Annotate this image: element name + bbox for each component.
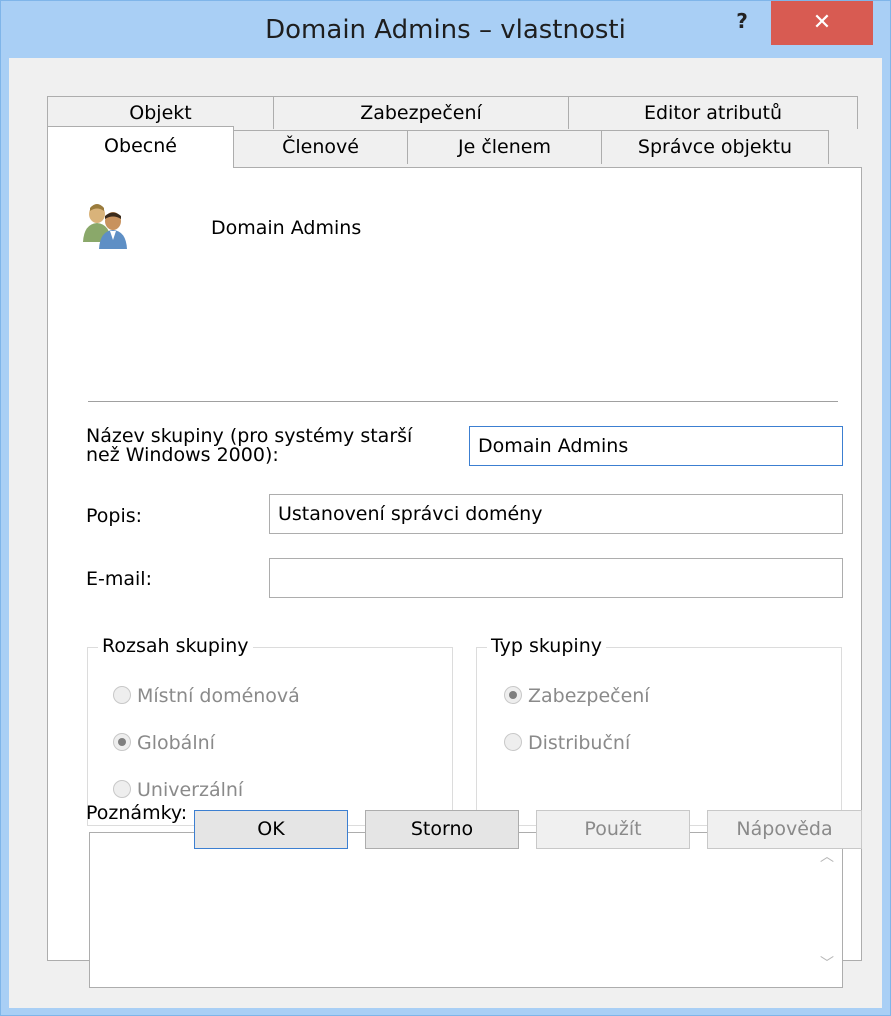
scroll-down-icon[interactable]: ﹀ xyxy=(820,956,834,970)
notes-label: Poznámky: xyxy=(86,802,188,824)
radio-circle xyxy=(113,780,131,798)
tab-zabezpeceni[interactable]: Zabezpečení xyxy=(273,96,569,129)
tab-clenove[interactable]: Členové xyxy=(233,130,408,164)
close-button[interactable]: ✕ xyxy=(771,1,873,45)
help-icon[interactable]: ? xyxy=(719,1,765,41)
notes-textarea[interactable]: ︿ ﹀ xyxy=(89,832,843,988)
prewin-name-input[interactable]: Domain Admins xyxy=(469,426,843,466)
group-type-title: Typ skupiny xyxy=(487,635,606,657)
radio-label: Globální xyxy=(137,732,215,754)
properties-dialog: Domain Admins – vlastnosti ? ✕ Objekt Za… xyxy=(0,0,891,1016)
tab-obecne[interactable]: Obecné xyxy=(47,126,234,168)
radio-label: Univerzální xyxy=(137,779,244,801)
notes-scrollbar[interactable]: ︿ ﹀ xyxy=(812,833,842,987)
ok-button[interactable]: OK xyxy=(194,810,348,849)
cancel-button[interactable]: Storno xyxy=(365,810,519,849)
group-scope-box: Rozsah skupiny Místní doménová Globální … xyxy=(87,635,453,826)
group-scope-title: Rozsah skupiny xyxy=(98,635,253,657)
radio-circle-checked xyxy=(504,686,522,704)
apply-button[interactable]: Použít xyxy=(536,810,690,849)
description-label: Popis: xyxy=(86,505,143,527)
dialog-client: Objekt Zabezpečení Editor atributů Obecn… xyxy=(9,58,882,1008)
radio-label: Zabezpečení xyxy=(528,685,650,707)
radio-label: Distribuční xyxy=(528,732,631,754)
tab-je-clenem[interactable]: Je členem xyxy=(407,130,602,164)
header-divider xyxy=(88,401,838,402)
radio-label: Místní doménová xyxy=(137,685,300,707)
radio-circle xyxy=(504,733,522,751)
email-label: E-mail: xyxy=(86,568,152,590)
description-input[interactable]: Ustanovení správci domény xyxy=(269,494,843,534)
help-button[interactable]: Nápověda xyxy=(707,810,862,849)
radio-circle-checked xyxy=(113,733,131,751)
tab-objekt[interactable]: Objekt xyxy=(47,96,274,129)
users-group-icon xyxy=(83,204,127,249)
tab-editor-atributu[interactable]: Editor atributů xyxy=(568,96,858,129)
scroll-up-icon[interactable]: ︿ xyxy=(820,849,834,863)
tab-spravce-objektu[interactable]: Správce objektu xyxy=(601,130,829,164)
group-type-box: Typ skupiny Zabezpečení Distribuční xyxy=(476,635,842,826)
radio-circle xyxy=(113,686,131,704)
prewin-name-label-line2: než Windows 2000): xyxy=(86,444,279,466)
group-display-name: Domain Admins xyxy=(211,217,362,239)
title-bar[interactable]: Domain Admins – vlastnosti ? ✕ xyxy=(1,1,890,57)
email-input[interactable] xyxy=(269,558,843,598)
